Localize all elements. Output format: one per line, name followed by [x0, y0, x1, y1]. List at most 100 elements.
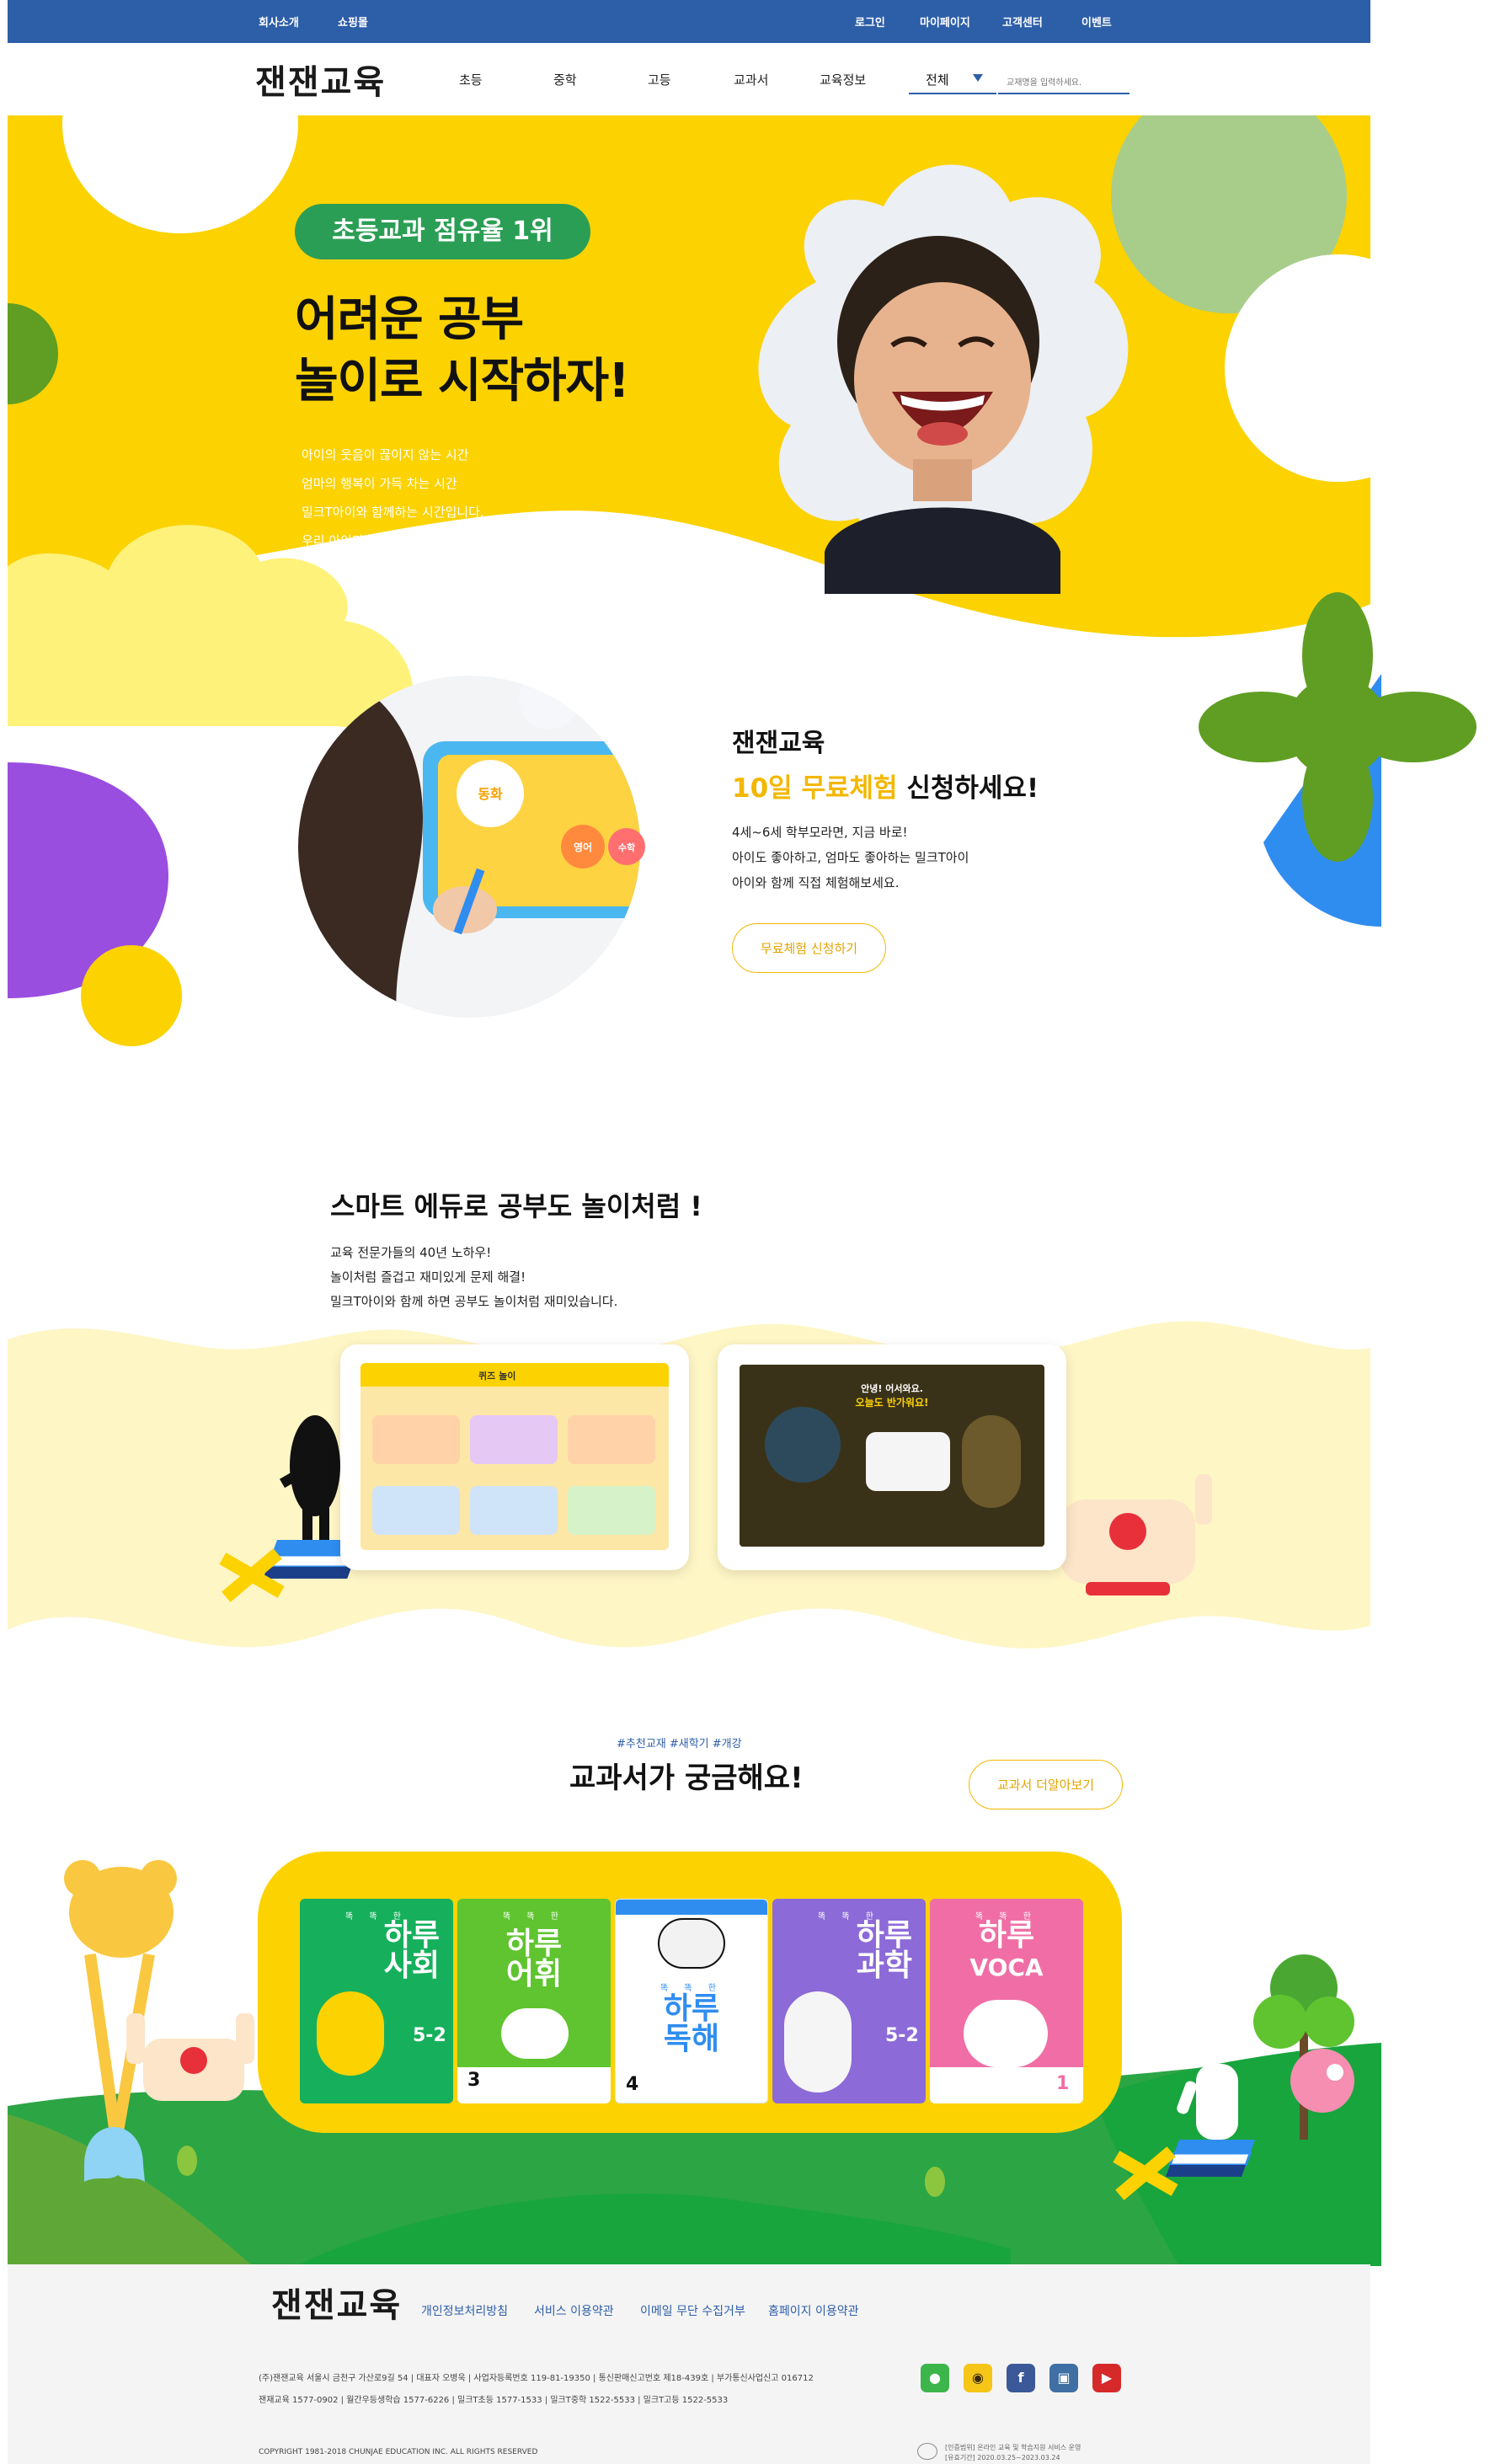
smart-edu-line3: 밀크T아이와 함께 하면 공부도 놀이처럼 재미있습니다.	[330, 1294, 618, 1309]
smart-edu-line2: 놀이처럼 즐겁고 재미있게 문제 해결!	[330, 1269, 526, 1285]
book-character	[784, 1991, 852, 2093]
facebook-icon[interactable]: f	[1007, 2364, 1035, 2392]
site-logo[interactable]: 잰잰교육	[255, 55, 386, 104]
certification-line1: [인증범위] 온라인 교육 및 학습지원 서비스 운영	[945, 2444, 1081, 2451]
certification-icon	[917, 2443, 937, 2460]
topbar-link-support[interactable]: 고객센터	[1002, 13, 1043, 29]
footer-link-site-terms[interactable]: 홈페이지 이용약관	[768, 2302, 859, 2319]
trial-highlight: 10일 무료체험	[732, 773, 898, 804]
footer-company-info: (주)잰잰교육 서울시 금천구 가산로9길 54 | 대표자 오병욱 | 사업자…	[259, 2374, 814, 2383]
hero-headline-line1: 어려운 공부	[295, 292, 524, 347]
tablet-label-math: 수학	[618, 842, 635, 853]
quiz-screen: 퀴즈 놀이	[360, 1363, 669, 1550]
book-character	[658, 1918, 725, 1969]
nav-item-high[interactable]: 고등	[648, 71, 671, 88]
smart-edu-wave	[8, 1321, 1370, 1649]
book-character	[317, 1991, 384, 2076]
greeting-text: 안녕! 어서와요.	[861, 1383, 923, 1394]
hero-headline-line2: 놀이로 시작하자!	[295, 354, 630, 409]
book-subtitle: 똑 똑 한	[503, 1912, 565, 1921]
book-title: 하루 과학	[856, 1918, 912, 1983]
nav-item-edu-info[interactable]: 교육정보	[820, 71, 866, 88]
tablet-photo: 동화 영어 수학	[298, 676, 645, 1018]
instagram-icon[interactable]: ▣	[1049, 2364, 1078, 2392]
textbook-card-reading[interactable]: 똑 똑 한 하루 독해 4	[615, 1899, 768, 2103]
book-grade: 5-2	[885, 2025, 919, 2046]
footer-phone-info: 잰재교육 1577-0902 | 월간우등생학습 1577-6226 | 밀크T…	[259, 2396, 729, 2405]
certification-line2: [유효기간] 2020.03.25~2023.03.24	[945, 2454, 1060, 2461]
book-top-strip	[616, 1900, 767, 1915]
topbar-link-event[interactable]: 이벤트	[1081, 13, 1112, 29]
chevron-down-icon	[973, 74, 983, 82]
footer-link-terms[interactable]: 서비스 이용약관	[534, 2302, 614, 2319]
hero-text-line1: 아이의 웃음이 끊이지 않는 시간	[302, 447, 469, 462]
textbook-card-social[interactable]: 똑 똑 한 하루 사회 5-2	[300, 1899, 453, 2103]
footer-logo-text: 잰잰교육	[271, 2285, 403, 2325]
footer-copyright: COPYRIGHT 1981-2018 CHUNJAE EDUCATION IN…	[259, 2448, 538, 2456]
quiz-card[interactable]	[372, 1415, 460, 1464]
book-grade: 1	[1056, 2073, 1070, 2094]
textbook-card-voca[interactable]: 똑 똑 한 하루 VOCA 1	[930, 1899, 1083, 2103]
greeting-bubble	[962, 1415, 1021, 1508]
smart-edu-title: 스마트 에듀로 공부도 놀이처럼 !	[330, 1190, 702, 1222]
trial-headline-rest: 신청하세요!	[897, 773, 1039, 804]
trial-title: 잰잰교육	[732, 729, 825, 758]
nav-item-textbook[interactable]: 교과서	[734, 71, 768, 88]
greeting-bubble	[765, 1407, 841, 1483]
quiz-card[interactable]	[568, 1486, 655, 1535]
greeting-screen: 안녕! 어서와요. 오늘도 반가워요!	[740, 1365, 1044, 1547]
tablet-screen-greeting: 안녕! 어서와요. 오늘도 반가워요!	[718, 1344, 1066, 1570]
book-character	[501, 2008, 569, 2059]
trial-text-line2: 아이도 좋아하고, 엄마도 좋아하는 밀크T아이	[732, 850, 969, 865]
greeting-subtext: 오늘도 반가워요!	[855, 1397, 929, 1408]
textbook-tags: #추천교재 #새학기 #개강	[617, 1738, 742, 1750]
footer-link-privacy[interactable]: 개인정보처리방침	[421, 2302, 508, 2319]
category-select-value: 전체	[926, 72, 949, 88]
tablet-screen-quiz: 퀴즈 놀이	[340, 1344, 689, 1570]
talk-icon[interactable]: ●	[921, 2364, 949, 2392]
topbar-link-shop[interactable]: 쇼핑몰	[338, 13, 368, 29]
top-bar: 회사소개 쇼핑몰 로그인 마이페이지 고객센터 이벤트	[8, 0, 1370, 43]
free-trial-button[interactable]: 무료체험 신청하기	[732, 923, 886, 973]
main-nav: 잰잰교육 초등 중학 고등 교과서 교육정보 전체	[8, 43, 1370, 115]
book-title: 하루 VOCA	[969, 1918, 1044, 1981]
page: 회사소개 쇼핑몰 로그인 마이페이지 고객센터 이벤트 잰잰교육 초등 중학 고…	[0, 0, 1506, 2464]
textbook-card-science[interactable]: 똑 똑 한 하루 과학 5-2	[772, 1899, 926, 2103]
logo-text: 잰잰교육	[255, 62, 387, 102]
quiz-title: 퀴즈 놀이	[478, 1371, 516, 1382]
youtube-icon[interactable]: ▶	[1092, 2364, 1121, 2392]
footer-link-email-refuse[interactable]: 이메일 무단 수집거부	[640, 2302, 745, 2319]
nav-item-elementary[interactable]: 초등	[459, 71, 483, 88]
hero-badge: 초등교과 점유율 1위	[295, 204, 590, 259]
quiz-card[interactable]	[568, 1415, 655, 1464]
nav-item-middle[interactable]: 중학	[553, 71, 577, 88]
book-grade: 5-2	[413, 2025, 446, 2046]
book-grade: 4	[626, 2074, 639, 2095]
textbook-more-button[interactable]: 교과서 더알아보기	[969, 1760, 1123, 1809]
quiz-card[interactable]	[372, 1486, 460, 1535]
topbar-link-login[interactable]: 로그인	[855, 13, 885, 29]
category-select[interactable]: 전체	[909, 66, 996, 94]
footer-logo[interactable]: 잰잰교육	[271, 2278, 402, 2327]
quiz-card[interactable]	[470, 1415, 558, 1464]
trial-text-line3: 아이와 함께 직접 체험해보세요.	[732, 875, 900, 890]
topbar-link-company[interactable]: 회사소개	[259, 13, 299, 29]
footer	[8, 2264, 1370, 2464]
quiz-card[interactable]	[470, 1486, 558, 1535]
topbar-link-mypage[interactable]: 마이페이지	[920, 13, 970, 29]
search-input[interactable]	[998, 66, 1130, 94]
trial-headline: 10일 무료체험 신청하세요!	[732, 767, 1039, 804]
greeting-character	[866, 1432, 950, 1491]
tablet-label-story: 동화	[478, 786, 503, 802]
book-title: 하루 독해	[663, 1991, 720, 2056]
tablet-label-english: 영어	[574, 841, 592, 853]
kakao-icon[interactable]: ◉	[964, 2364, 992, 2392]
textbook-title: 교과서가 궁금해요!	[569, 1761, 804, 1795]
book-grade: 3	[467, 2070, 481, 2091]
trial-text-line1: 4세~6세 학부모라면, 지금 바로!	[732, 825, 908, 840]
book-title: 하루 어휘	[505, 1927, 563, 1991]
textbook-card-vocab[interactable]: 똑 똑 한 하루 어휘 3	[457, 1899, 611, 2103]
book-character	[964, 2000, 1048, 2067]
book-title: 하루 사회	[383, 1918, 440, 1983]
smart-edu-line1: 교육 전문가들의 40년 노하우!	[330, 1245, 492, 1260]
